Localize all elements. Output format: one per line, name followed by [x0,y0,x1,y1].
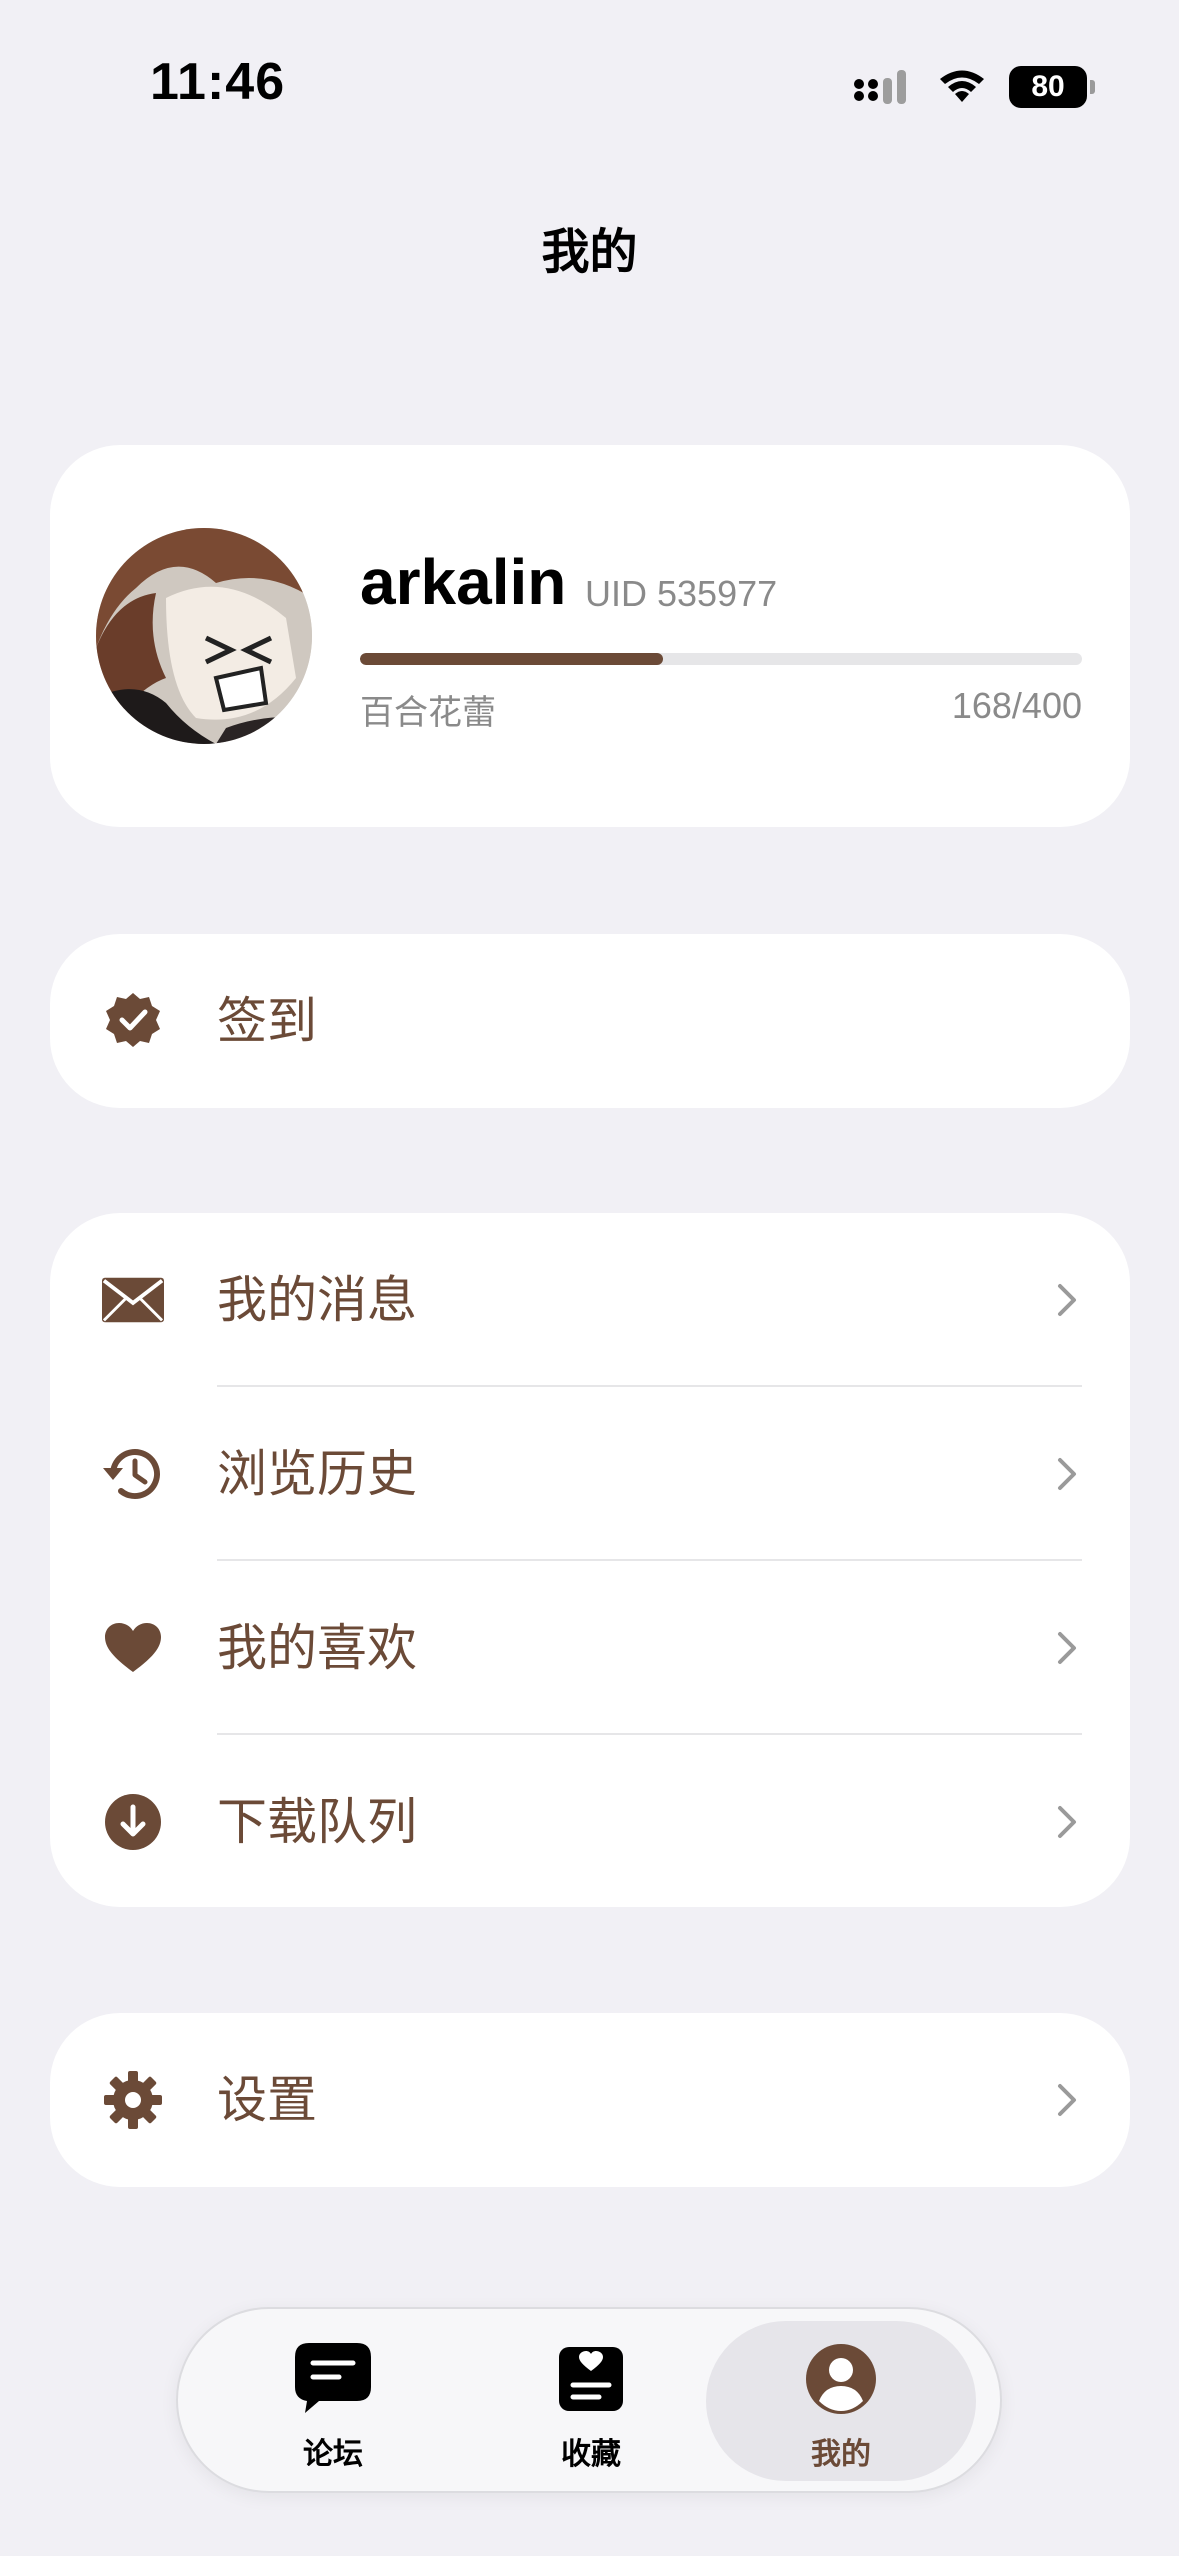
checkin-card[interactable]: 签到 [50,934,1130,1108]
level-progress-bar [360,653,1082,665]
settings-card[interactable]: 设置 [50,2013,1130,2187]
tab-label: 收藏 [561,2437,621,2472]
forum-bubble-icon [295,2343,371,2415]
settings-row[interactable]: 设置 [50,2013,1130,2187]
checkin-row[interactable]: 签到 [50,934,1130,1108]
menu-item-history[interactable]: 浏览历史 [50,1387,1130,1561]
level-name: 百合花蕾 [360,693,496,733]
wifi-icon [940,70,984,102]
menu-item-label: 下载队列 [217,1793,417,1851]
status-icons: 80 [853,62,1095,112]
chevron-right-icon [1058,1806,1076,1838]
menu-card: 我的消息 浏览历史 我的喜欢 下载队列 [50,1213,1130,1907]
gear-icon [102,2069,164,2131]
menu-item-likes[interactable]: 我的喜欢 [50,1561,1130,1735]
level-progress-fill [360,653,664,665]
tab-forum[interactable]: 论坛 [198,2321,468,2481]
menu-item-label: 我的消息 [217,1271,417,1329]
heart-icon [102,1617,164,1679]
menu-item-label: 浏览历史 [217,1445,417,1503]
avatar[interactable] [96,528,312,744]
chevron-right-icon [1058,1284,1076,1316]
cellular-signal-icon [854,70,906,104]
page-title: 我的 [541,224,638,280]
settings-label: 设置 [217,2071,317,2129]
history-icon [102,1443,164,1505]
chevron-right-icon [1058,1632,1076,1664]
chevron-right-icon [1058,1458,1076,1490]
menu-item-downloads[interactable]: 下载队列 [50,1735,1130,1909]
checkin-label: 签到 [217,992,317,1050]
avatar-image [96,528,312,744]
download-icon [102,1791,164,1853]
menu-item-label: 我的喜欢 [217,1619,417,1677]
user-uid: UID 535977 [585,573,778,614]
tab-mine[interactable]: 我的 [706,2321,976,2481]
status-time: 11:46 [150,53,286,111]
username: arkalin [360,546,567,618]
battery-indicator: 80 [1009,66,1095,108]
menu-item-messages[interactable]: 我的消息 [50,1213,1130,1387]
tab-label: 我的 [811,2437,871,2472]
person-icon [803,2343,879,2415]
tab-label: 论坛 [303,2437,363,2472]
status-bar: 11:46 80 [0,0,1179,170]
level-progress-text: 168/400 [951,685,1082,726]
tab-favorites[interactable]: 收藏 [456,2321,726,2481]
tab-bar: 论坛 收藏 我的 [176,2307,1002,2493]
envelope-icon [102,1269,164,1331]
profile-card[interactable]: arkalin UID 535977 百合花蕾 168/400 [50,445,1130,827]
verified-badge-icon [102,990,164,1052]
chevron-right-icon [1058,2084,1076,2116]
bookmark-list-icon [553,2343,629,2415]
